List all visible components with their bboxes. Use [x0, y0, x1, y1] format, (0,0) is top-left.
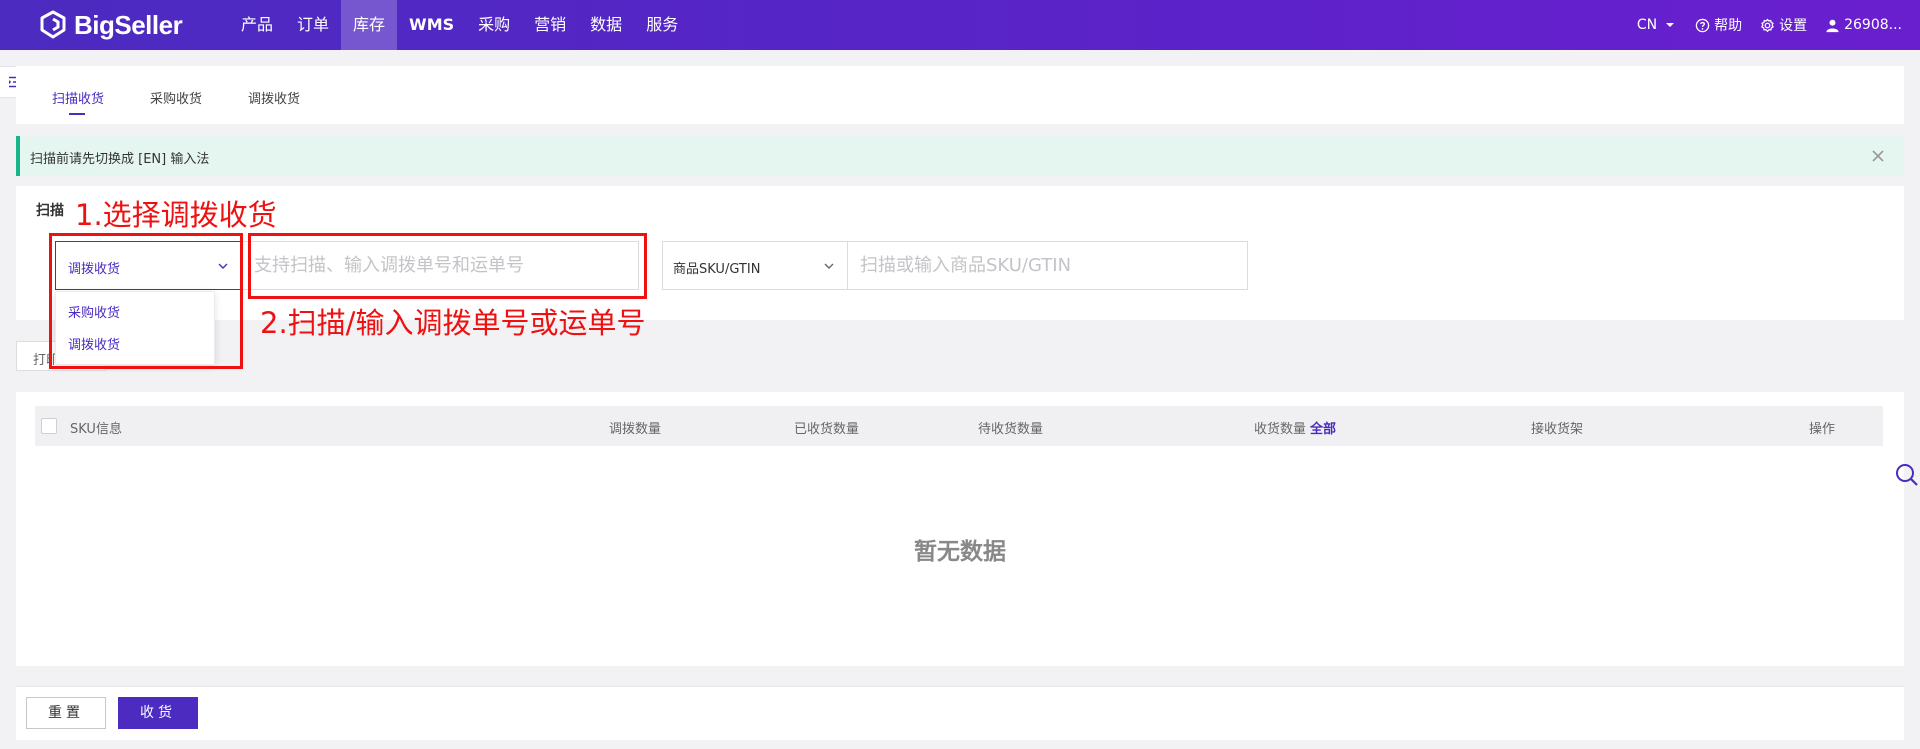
- nav-item-products[interactable]: 产品: [229, 0, 285, 50]
- col-transfer-qty: 调拨数量: [609, 422, 662, 437]
- annotation-step1-text: 1.选择调拨收货: [75, 198, 277, 232]
- language-switch[interactable]: CN: [1637, 17, 1677, 33]
- top-right-menu: CN 帮助 设置 26908...: [1619, 0, 1902, 50]
- receive-button[interactable]: 收货: [118, 697, 198, 729]
- nav-item-marketing[interactable]: 营销: [522, 0, 578, 50]
- annotation-box-step2: [248, 233, 647, 299]
- sku-input[interactable]: [848, 242, 1247, 289]
- chevron-down-icon: [824, 263, 834, 269]
- main-nav: 产品 订单 库存 WMS 采购 营销 数据 服务: [229, 0, 690, 50]
- user-icon: [1826, 19, 1839, 32]
- receive-table: SKU信息 调拨数量 已收货数量 待收货数量 收货数量 全部 接收货架 操作 暂无…: [16, 392, 1904, 666]
- alert-text: 扫描前请先切换成 [EN] 输入法: [30, 152, 210, 167]
- top-navbar: BigSeller 产品 订单 库存 WMS 采购 营销 数据 服务 CN 帮助…: [0, 0, 1920, 50]
- active-tab-indicator: [69, 113, 85, 115]
- user-name: 26908...: [1844, 17, 1902, 33]
- tab-scan-receive[interactable]: 扫描收货: [52, 88, 104, 107]
- col-sku-info: SKU信息: [70, 422, 122, 437]
- nav-item-wms[interactable]: WMS: [397, 0, 466, 50]
- table-header: SKU信息 调拨数量 已收货数量 待收货数量 收货数量 全部 接收货架 操作: [35, 406, 1883, 446]
- action-footer: 重置 收货: [16, 686, 1904, 740]
- annotation-box-step1: [49, 233, 243, 369]
- col-pending-qty: 待收货数量: [978, 422, 1044, 437]
- col-received-qty: 已收货数量: [794, 422, 860, 437]
- sku-type-value: 商品SKU/GTIN: [673, 262, 761, 277]
- close-icon[interactable]: [1868, 146, 1888, 166]
- nav-item-orders[interactable]: 订单: [285, 0, 341, 50]
- settings-label: 设置: [1779, 18, 1808, 34]
- col-receive-qty-label: 收货数量: [1254, 422, 1307, 437]
- scan-label: 扫描: [36, 203, 64, 219]
- help-circle-icon: [1695, 18, 1710, 32]
- tab-transfer-receive[interactable]: 调拨收货: [248, 88, 300, 107]
- nav-item-data[interactable]: 数据: [578, 0, 634, 50]
- sku-input-wrap: [848, 241, 1248, 290]
- input-method-alert: 扫描前请先切换成 [EN] 输入法: [16, 136, 1904, 176]
- settings-link[interactable]: 设置: [1760, 15, 1807, 35]
- empty-state-text: 暂无数据: [914, 539, 1006, 565]
- language-label: CN: [1636, 17, 1658, 33]
- nav-item-services[interactable]: 服务: [634, 0, 690, 50]
- brand-name: BigSeller: [74, 9, 183, 40]
- bigseller-logo-icon: [40, 10, 66, 39]
- gear-icon: [1761, 18, 1774, 32]
- nav-item-purchase[interactable]: 采购: [466, 0, 522, 50]
- col-action: 操作: [1809, 422, 1836, 437]
- brand-logo[interactable]: BigSeller: [38, 9, 183, 41]
- search-icon[interactable]: [1894, 462, 1920, 488]
- user-menu[interactable]: 26908...: [1825, 17, 1902, 33]
- sku-type-select[interactable]: 商品SKU/GTIN: [662, 241, 848, 290]
- nav-item-inventory[interactable]: 库存: [341, 0, 398, 50]
- help-label: 帮助: [1714, 18, 1743, 34]
- receiving-tabs: 扫描收货 采购收货 调拨收货: [16, 66, 1904, 124]
- tab-purchase-receive[interactable]: 采购收货: [150, 88, 202, 107]
- col-shelf: 接收货架: [1531, 422, 1584, 437]
- annotation-step2-text: 2.扫描/输入调拨单号或运单号: [260, 306, 646, 340]
- reset-button[interactable]: 重置: [26, 697, 106, 729]
- receive-all-link[interactable]: 全部: [1310, 422, 1336, 437]
- caret-down-icon: [1666, 23, 1675, 27]
- col-receive-qty: 收货数量 全部: [1254, 418, 1336, 437]
- help-link[interactable]: 帮助: [1695, 15, 1742, 35]
- select-all-checkbox[interactable]: [41, 418, 57, 434]
